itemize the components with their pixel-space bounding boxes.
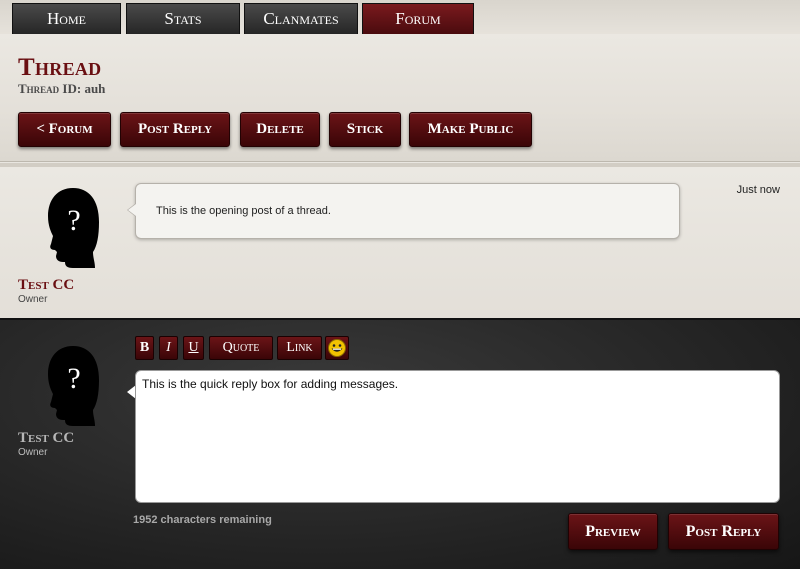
unknown-user-silhouette-icon: ? bbox=[48, 346, 99, 426]
quote-button[interactable]: Quote bbox=[209, 336, 273, 360]
quick-reply-panel: ? Test CC Owner B I U Quote Link This is… bbox=[0, 318, 800, 569]
post-timestamp: Just now bbox=[736, 184, 780, 196]
nav-tab-clanmates[interactable]: Clanmates bbox=[244, 3, 358, 34]
preview-button[interactable]: Preview bbox=[568, 513, 658, 550]
quick-reply-input[interactable]: This is the quick reply box for adding m… bbox=[135, 370, 780, 503]
thread-id: Thread ID: auh bbox=[18, 81, 105, 97]
nav-tab-home[interactable]: Home bbox=[12, 3, 121, 34]
thread-id-value: auh bbox=[84, 81, 106, 96]
back-to-forum-button[interactable]: < Forum bbox=[18, 112, 111, 147]
stick-button[interactable]: Stick bbox=[329, 112, 401, 147]
post-username[interactable]: Test CC bbox=[18, 277, 74, 294]
page-title: Thread bbox=[18, 54, 102, 81]
post-reply-top-button[interactable]: Post Reply bbox=[120, 112, 230, 147]
reply-user-role: Owner bbox=[18, 447, 48, 458]
italic-button[interactable]: I bbox=[159, 336, 178, 360]
unknown-user-silhouette-icon: ? bbox=[48, 188, 99, 268]
link-button[interactable]: Link bbox=[277, 336, 322, 360]
thread-header: Thread Thread ID: auh < Forum Post Reply… bbox=[0, 34, 800, 162]
bold-button[interactable]: B bbox=[135, 336, 154, 360]
emoji-picker-button[interactable] bbox=[325, 336, 349, 360]
reply-username[interactable]: Test CC bbox=[18, 430, 74, 447]
top-navigation: Home Stats Clanmates Forum bbox=[0, 0, 800, 34]
post-body: This is the opening post of a thread. bbox=[156, 205, 331, 217]
post-user-role: Owner bbox=[18, 294, 48, 305]
forum-post: ? Test CC Owner This is the opening post… bbox=[0, 163, 800, 318]
nav-tab-stats[interactable]: Stats bbox=[126, 3, 240, 34]
nav-tab-forum[interactable]: Forum bbox=[362, 3, 474, 34]
svg-text:?: ? bbox=[67, 204, 80, 237]
post-bubble: This is the opening post of a thread. bbox=[127, 183, 680, 239]
delete-button[interactable]: Delete bbox=[240, 112, 320, 147]
thread-id-label: Thread ID: bbox=[18, 81, 82, 96]
characters-remaining: 1952 characters remaining bbox=[133, 514, 272, 526]
svg-text:?: ? bbox=[67, 362, 80, 395]
make-public-button[interactable]: Make Public bbox=[409, 112, 532, 147]
post-reply-button[interactable]: Post Reply bbox=[668, 513, 779, 550]
underline-button[interactable]: U bbox=[183, 336, 204, 360]
grinning-face-icon bbox=[328, 339, 346, 357]
